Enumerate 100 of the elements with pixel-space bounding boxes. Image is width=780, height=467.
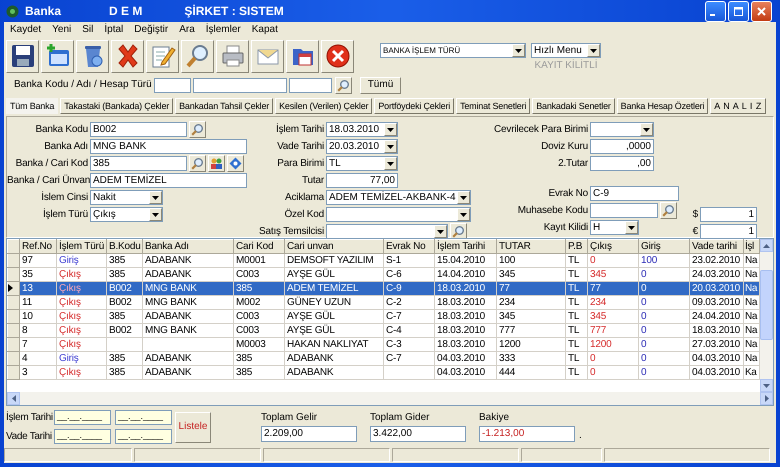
text-field[interactable] [590,203,658,218]
date-field[interactable]: __.__.____ [54,410,111,425]
quick-menu-dropdown[interactable]: Hızlı Menu [531,43,601,58]
menu-item[interactable]: Sil [78,24,98,36]
cancel-button[interactable] [111,40,144,72]
horizontal-scrollbar[interactable] [7,392,773,405]
search-button[interactable] [189,121,206,138]
delete-record-button[interactable] [76,40,109,72]
minimize-button[interactable] [705,0,726,22]
search-field[interactable] [154,78,191,92]
dropdown[interactable]: H [590,220,639,235]
menu-item[interactable]: İşlemler [202,24,245,36]
show-all-button[interactable]: Tümü [360,76,402,94]
dropdown[interactable]: ADEM TEMİZEL-AKBANK-4 [326,190,471,205]
column-header[interactable]: B.Kodu [106,240,142,254]
printer-icon [220,43,246,69]
close-button[interactable] [751,0,772,22]
mail-button[interactable] [251,40,284,72]
tab[interactable]: Bankadan Tahsil Çekler [175,98,274,114]
text-field[interactable]: 385 [90,156,187,171]
tab[interactable]: Portföydeki Çekleri [374,98,454,114]
menu-item[interactable]: Kapat [248,24,282,36]
info-button[interactable] [227,155,244,172]
column-header[interactable]: Giriş [638,240,690,254]
find-button[interactable] [181,40,214,72]
search-field[interactable] [192,78,287,92]
text-field[interactable]: 1 [700,224,757,239]
dropdown[interactable]: TL [326,156,398,171]
column-header[interactable]: İşlem Türü [56,240,106,254]
tab[interactable]: Takastaki (Bankada) Çekler [60,98,174,114]
column-header[interactable]: Ref.No [20,240,56,254]
column-header[interactable]: Cari Kod [234,240,284,254]
dropdown[interactable]: Çıkış [90,207,163,222]
table-cell: TL [566,338,588,352]
dropdown[interactable] [590,122,654,137]
people-icon [210,157,223,170]
column-header[interactable]: İşlem Tarihi [434,240,496,254]
column-header[interactable]: TUTAR [496,240,566,254]
text-field[interactable]: ,0000 [590,139,654,154]
field-label: Tutar [301,174,325,186]
column-header[interactable]: İşl [744,240,760,254]
search-icon [191,157,204,170]
column-header[interactable]: Evrak No [384,240,434,254]
table-cell: 77 [588,282,638,296]
table-cell: Çıkış [56,282,106,296]
column-header[interactable]: Çıkış [588,240,638,254]
tab[interactable]: Banka Hesap Özetleri [616,98,708,114]
table-cell: 100 [496,254,566,268]
column-header[interactable]: Vade tarihi [690,240,744,254]
column-header[interactable]: P.B [566,240,588,254]
tab[interactable]: Teminat Senetleri [456,98,530,114]
text-field[interactable]: 1 [700,207,757,222]
dropdown[interactable] [326,207,471,222]
contacts-button[interactable] [208,155,225,172]
dropdown[interactable]: 18.03.2010 [326,122,398,137]
operation-type-dropdown[interactable]: BANKA İŞLEM TÜRÜ [380,43,526,58]
search-button[interactable] [334,76,352,94]
menu-item[interactable]: Kaydet [6,24,46,36]
tab[interactable]: Bankadaki Senetler [532,98,615,114]
dropdown[interactable] [326,224,448,239]
new-button[interactable] [41,40,74,72]
calendar-button[interactable] [286,40,319,72]
date-field[interactable]: __.__.____ [115,429,172,444]
text-field[interactable]: MNG BANK [90,139,247,154]
menu-item[interactable]: İptal [100,24,128,36]
text-field[interactable]: B002 [90,122,187,137]
table-cell: MNG BANK [142,282,234,296]
text-field[interactable]: ADEM TEMİZEL [90,173,247,188]
tab[interactable]: A N A L I Z [710,98,766,114]
field-label: Doviz Kuru [540,140,589,152]
field-label: 2.Tutar [557,158,589,170]
text-field[interactable]: ,00 [590,156,654,171]
search-field[interactable] [288,78,332,92]
vertical-scrollbar[interactable] [760,239,773,392]
list-button[interactable]: Listele [175,412,211,442]
column-header[interactable]: Cari unvan [284,240,384,254]
exit-button[interactable] [321,40,354,72]
search-button[interactable] [189,155,206,172]
row-header[interactable] [8,282,20,296]
tab[interactable]: Tüm Banka [6,98,58,114]
save-button[interactable] [6,40,39,72]
tab[interactable]: Kesilen (Verilen) Çekler [275,98,372,114]
date-field[interactable]: __.__.____ [54,429,111,444]
menu-item[interactable]: Yeni [48,24,76,36]
table-cell: GÜNEY UZUN [284,296,384,310]
total-field: 2.209,00 [261,426,357,442]
menu-item[interactable]: Değiştir [130,24,172,36]
edit-button[interactable] [146,40,179,72]
table-cell: 04.03.2010 [690,366,744,380]
date-field[interactable]: __.__.____ [115,410,172,425]
dropdown[interactable]: 20.03.2010 [326,139,398,154]
text-field[interactable]: C-9 [590,186,679,201]
text-field[interactable]: 77,00 [326,173,398,188]
search-button[interactable] [660,202,677,219]
maximize-button[interactable] [728,0,749,22]
window-title: Banka [25,4,62,18]
print-button[interactable] [216,40,249,72]
dropdown[interactable]: Nakit [90,190,163,205]
menu-item[interactable]: Ara [175,24,199,36]
column-header[interactable]: Banka Adı [142,240,234,254]
